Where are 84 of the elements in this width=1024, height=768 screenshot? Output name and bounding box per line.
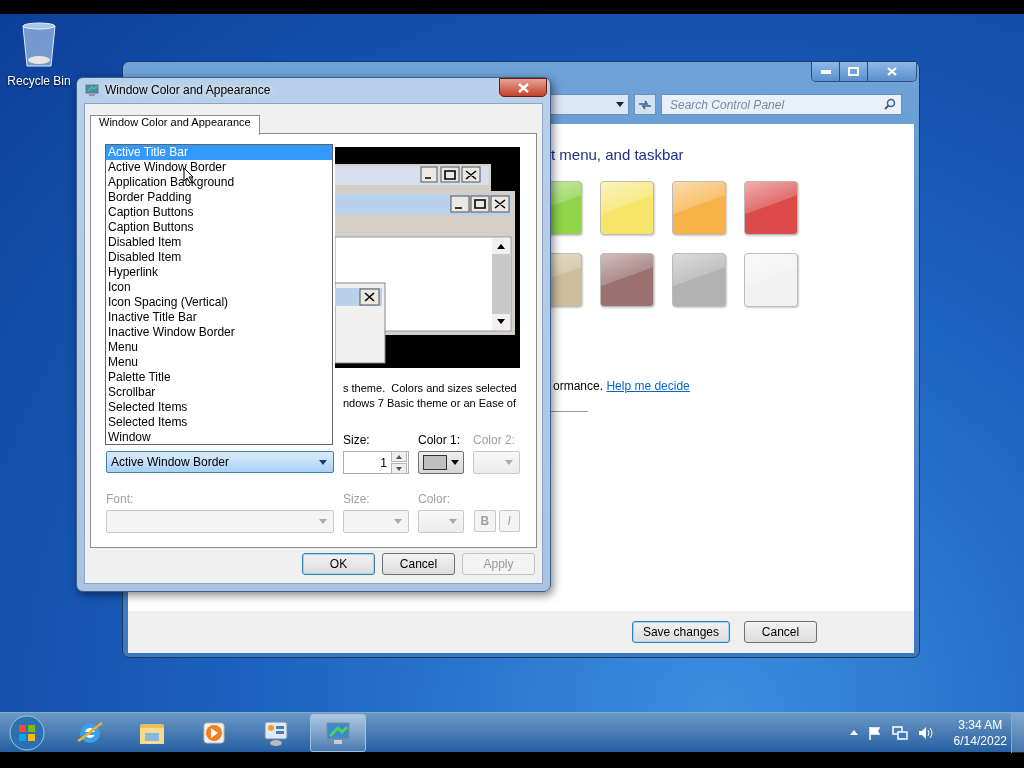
list-item[interactable]: Window (106, 430, 332, 445)
close-icon (517, 82, 529, 93)
color-picker-button[interactable] (418, 451, 464, 474)
show-desktop-button[interactable] (1011, 712, 1024, 753)
description-text: s theme. Colors and sizes selected (343, 381, 517, 396)
maximize-button[interactable] (840, 62, 868, 81)
flag-icon[interactable] (867, 725, 882, 740)
taskbar-button[interactable] (310, 713, 366, 752)
volume-icon[interactable] (917, 725, 934, 740)
dropdown-arrow-icon (319, 459, 327, 465)
list-item[interactable]: Hyperlink (106, 265, 332, 280)
list-item[interactable]: Menu (106, 340, 332, 355)
list-item[interactable]: Active Window Border (106, 160, 332, 175)
color-swatch[interactable] (672, 253, 726, 307)
list-item[interactable]: Menu (106, 355, 332, 370)
field-label: Size: (343, 492, 371, 506)
dropdown-arrow-icon (394, 519, 402, 524)
search-field[interactable]: Search Control Panel (661, 94, 902, 115)
close-icon (887, 67, 897, 76)
list-item[interactable]: Disabled Item (106, 235, 332, 250)
minimize-icon (820, 69, 831, 74)
description-text: ndows 7 Basic theme or an Ease of (343, 396, 517, 411)
show-hidden-icons-icon[interactable] (849, 730, 858, 735)
page-heading: t menu, and taskbar (551, 146, 685, 163)
field-label: Size: (343, 433, 371, 447)
desktop-icon-label[interactable]: Recycle Bin (7, 74, 71, 88)
dropdown-arrow-icon (451, 460, 459, 465)
media-player-icon[interactable] (203, 722, 225, 743)
help-link[interactable]: Help me decide (606, 379, 690, 393)
down-arrow-icon[interactable] (396, 466, 402, 471)
color-swatch[interactable] (600, 253, 654, 307)
folder-icon[interactable] (140, 723, 164, 744)
color-swatch[interactable] (600, 181, 654, 235)
network-icon[interactable] (891, 725, 908, 740)
control-panel-icon[interactable] (264, 721, 288, 746)
list-item[interactable]: Application Background (106, 175, 332, 190)
browser-icon[interactable] (77, 721, 103, 743)
list-item[interactable]: Caption Buttons (106, 220, 332, 235)
dropdown-arrow-icon (616, 102, 624, 107)
clock[interactable]: 3:34 AM 6/14/2022 (953, 716, 1007, 749)
cancel-button[interactable]: Cancel (744, 621, 817, 643)
save-button[interactable]: Save changes (631, 621, 730, 643)
list-item[interactable]: Inactive Window Border (106, 325, 332, 340)
list-item[interactable]: Palette Title (106, 370, 332, 385)
color-swatch[interactable] (744, 253, 798, 307)
refresh-icon (638, 98, 652, 111)
list-item[interactable]: Caption Buttons (106, 205, 332, 220)
list-item[interactable]: Border Padding (106, 190, 332, 205)
field-label: Color 1: (418, 433, 462, 447)
start-button[interactable] (9, 714, 45, 751)
list-item[interactable]: Icon (106, 280, 332, 295)
list-item[interactable]: Inactive Title Bar (106, 310, 332, 325)
list-item[interactable]: Disabled Item (106, 250, 332, 265)
list-item[interactable]: Scrollbar (106, 385, 332, 400)
color-swatch (423, 455, 447, 470)
list-item[interactable]: Selected Items (106, 400, 332, 415)
recycle-bin-icon[interactable] (19, 22, 59, 68)
item-dropdown[interactable]: Active Window Border (106, 451, 334, 473)
size-spinner[interactable]: 1 (343, 451, 409, 474)
up-arrow-icon[interactable] (396, 454, 402, 459)
color-swatch[interactable] (672, 181, 726, 235)
maximize-icon (848, 67, 859, 76)
clock-date: 6/14/2022 (953, 732, 1007, 749)
list-item[interactable]: Icon Spacing (Vertical) (106, 295, 332, 310)
info-text: ormance. Help me decide (553, 379, 691, 393)
dropdown-arrow-icon (319, 519, 327, 524)
tab[interactable]: Window Color and Appearance (90, 115, 260, 135)
field-label: Color: (418, 492, 451, 506)
clock-time: 3:34 AM (958, 716, 1003, 733)
color-swatch[interactable] (744, 181, 798, 235)
cancel-button[interactable]: Cancel (382, 553, 455, 575)
refresh-button[interactable] (634, 94, 656, 115)
dropdown-arrow-icon (505, 460, 513, 465)
field-label: Color 2: (473, 433, 517, 447)
field-label: Font: (106, 492, 135, 506)
monitor-icon (85, 83, 99, 97)
list-item[interactable]: Selected Items (106, 415, 332, 430)
search-icon[interactable] (884, 98, 896, 110)
ok-button[interactable]: OK (302, 553, 375, 575)
monitor-icon[interactable] (326, 722, 350, 744)
dropdown-arrow-icon (449, 519, 457, 524)
minimize-button[interactable] (812, 62, 840, 81)
window-title: Window Color and Appearance (105, 83, 271, 97)
close-button[interactable] (499, 78, 547, 97)
